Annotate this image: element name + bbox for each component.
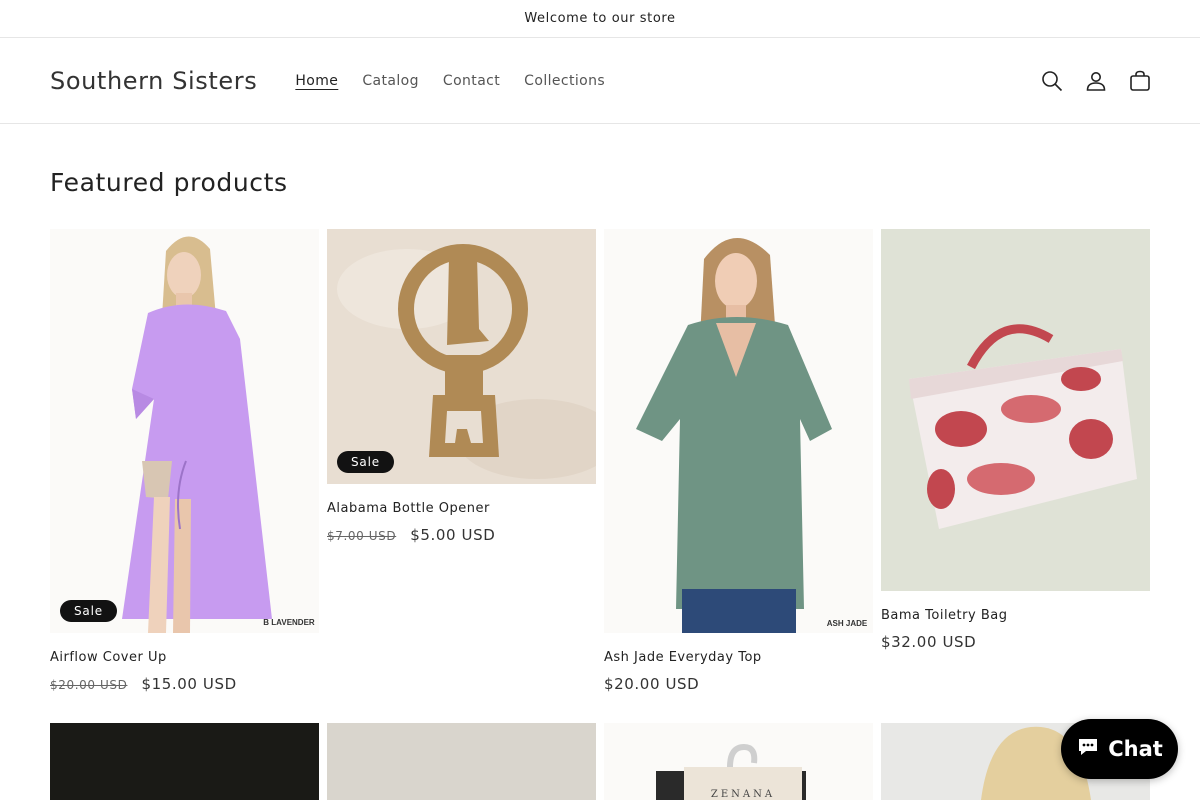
product-image[interactable]: ASH JADE [604, 229, 873, 633]
cart-icon[interactable] [1128, 69, 1152, 93]
account-icon[interactable] [1084, 69, 1108, 93]
store-logo[interactable]: Southern Sisters [50, 67, 257, 95]
package-label: ZENANA [711, 789, 775, 800]
product-title[interactable]: Airflow Cover Up [50, 650, 319, 665]
price-row: $20.00 USD $15.00 USD [50, 675, 319, 693]
sale-price: $5.00 USD [410, 526, 496, 544]
featured-products-title: Featured products [50, 168, 288, 197]
sale-price: $15.00 USD [141, 675, 237, 693]
product-image[interactable] [327, 723, 596, 800]
site-header: Southern Sisters Home Catalog Contact Co… [0, 38, 1200, 124]
chat-button[interactable]: Chat [1061, 719, 1178, 779]
toiletry-bag-image [881, 229, 1150, 591]
product-card[interactable]: ASH JADE Ash Jade Everyday Top $20.00 US… [604, 229, 873, 693]
nav-home[interactable]: Home [283, 73, 350, 89]
price-row: $32.00 USD [881, 633, 1150, 651]
nav-catalog[interactable]: Catalog [350, 73, 431, 89]
sale-badge: Sale [337, 451, 394, 473]
airflow-cover-up-image: B LAVENDER [50, 229, 319, 633]
main-nav: Home Catalog Contact Collections [283, 73, 617, 89]
search-icon[interactable] [1040, 69, 1064, 93]
product-title[interactable]: Alabama Bottle Opener [327, 501, 596, 516]
announcement-bar: Welcome to our store [0, 0, 1200, 38]
header-icons [1040, 38, 1152, 124]
regular-price: $20.00 USD [604, 675, 700, 693]
bottle-opener-image [327, 229, 596, 484]
product-title[interactable]: Bama Toiletry Bag [881, 608, 1150, 623]
compare-at-price: $7.00 USD [327, 529, 397, 543]
image-label: B LAVENDER [263, 618, 315, 627]
nav-collections[interactable]: Collections [512, 73, 617, 89]
price-row: $7.00 USD $5.00 USD [327, 526, 596, 544]
chat-icon [1076, 735, 1100, 764]
sale-badge: Sale [60, 600, 117, 622]
product-title[interactable]: Ash Jade Everyday Top [604, 650, 873, 665]
product-card[interactable]: B LAVENDER Sale Airflow Cover Up $20.00 … [50, 229, 319, 693]
image-label: ASH JADE [827, 619, 868, 628]
regular-price: $32.00 USD [881, 633, 977, 651]
product-image[interactable] [881, 229, 1150, 591]
product-card[interactable]: Sale Alabama Bottle Opener $7.00 USD $5.… [327, 229, 596, 544]
product-image[interactable]: Sale [327, 229, 596, 484]
announcement-text: Welcome to our store [524, 11, 676, 26]
price-row: $20.00 USD [604, 675, 873, 693]
nav-contact[interactable]: Contact [431, 73, 512, 89]
ash-jade-top-image: ASH JADE [604, 229, 873, 633]
compare-at-price: $20.00 USD [50, 678, 128, 692]
product-image[interactable]: ZENANA [604, 723, 873, 800]
product-image[interactable] [50, 723, 319, 800]
product-card[interactable]: Bama Toiletry Bag $32.00 USD [881, 229, 1150, 651]
zenana-package-image: ZENANA [656, 743, 806, 800]
product-image[interactable]: B LAVENDER Sale [50, 229, 319, 633]
chat-label: Chat [1108, 737, 1163, 761]
